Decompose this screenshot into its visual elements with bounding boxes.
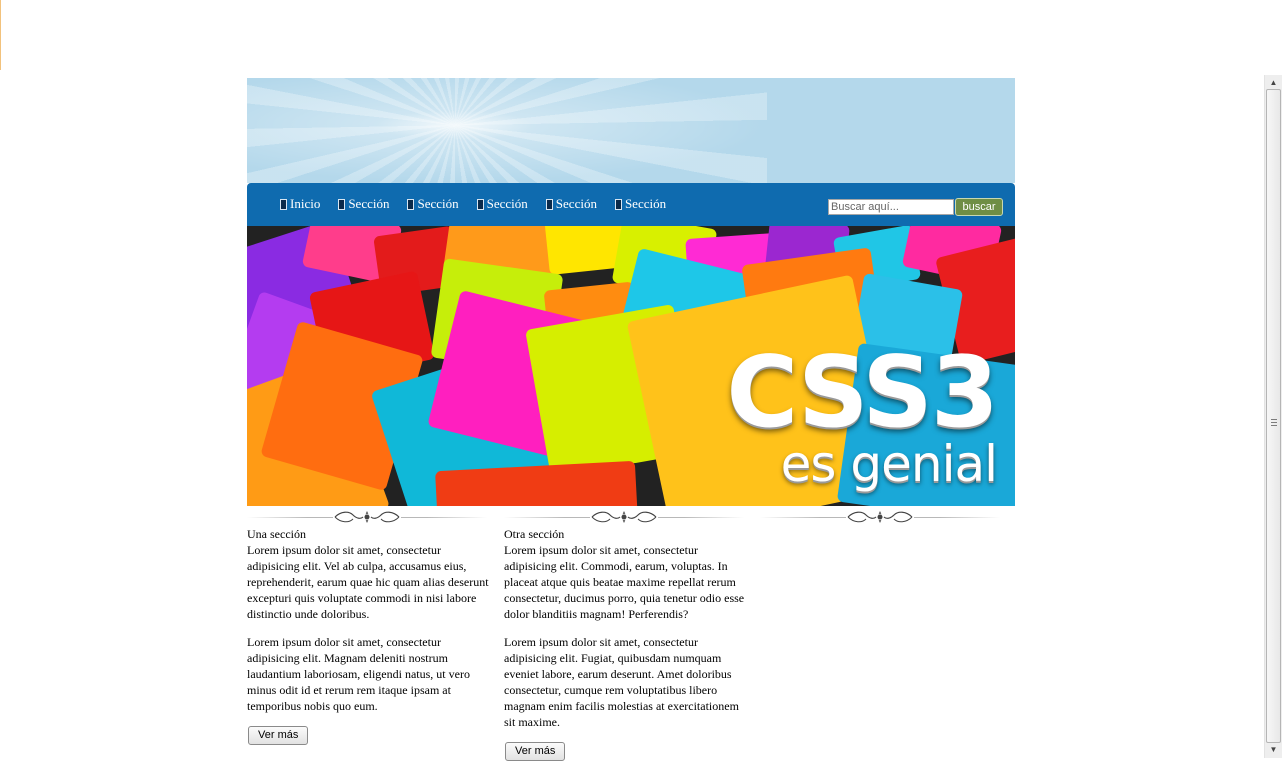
square-bullet-icon bbox=[476, 198, 484, 210]
square-bullet-icon bbox=[280, 198, 287, 210]
search-button[interactable]: buscar bbox=[955, 198, 1003, 216]
nav-link-seccion[interactable]: Sección bbox=[487, 196, 528, 212]
flourish-icon bbox=[590, 510, 658, 524]
section-column: Otra sección Lorem ipsum dolor sit amet,… bbox=[504, 526, 751, 761]
site-header-banner bbox=[247, 78, 1015, 183]
page-container: Inicio Sección Sección Sección Sección S… bbox=[247, 78, 1015, 761]
section-paragraph: Lorem ipsum dolor sit amet, consectetur … bbox=[247, 635, 470, 713]
sunburst-graphic bbox=[247, 78, 767, 183]
nav-link-inicio[interactable]: Inicio bbox=[290, 196, 320, 212]
scroll-up-arrow-icon[interactable]: ▲ bbox=[1265, 76, 1282, 90]
vertical-scrollbar[interactable]: ▲ ▼ bbox=[1264, 75, 1282, 758]
square-bullet-icon bbox=[407, 198, 415, 210]
square-bullet-icon bbox=[545, 198, 553, 210]
search-input[interactable] bbox=[828, 199, 954, 215]
flourish-icon bbox=[333, 510, 401, 524]
hero-banner: CSS3 es genial bbox=[247, 226, 1015, 506]
hero-headline: CSS3 es genial bbox=[726, 336, 999, 489]
hero-title: CSS3 bbox=[726, 336, 999, 450]
nav-item-inicio[interactable]: Inicio bbox=[280, 196, 320, 212]
ornament-divider bbox=[247, 510, 487, 524]
scroll-down-arrow-icon[interactable]: ▼ bbox=[1265, 743, 1282, 757]
nav-item-seccion[interactable]: Sección bbox=[338, 196, 389, 212]
scrollbar-thumb[interactable] bbox=[1266, 89, 1281, 743]
section-paragraph: Lorem ipsum dolor sit amet, consectetur … bbox=[247, 543, 489, 621]
nav-item-seccion[interactable]: Sección bbox=[476, 196, 528, 212]
section-title: Otra sección bbox=[504, 527, 565, 541]
square-bullet-icon bbox=[614, 198, 622, 210]
flourish-icon bbox=[846, 510, 914, 524]
nav-link-seccion[interactable]: Sección bbox=[556, 196, 597, 212]
section-paragraph: Lorem ipsum dolor sit amet, consectetur … bbox=[504, 635, 739, 729]
ornament-row bbox=[247, 506, 1015, 526]
nav-menu: Inicio Sección Sección Sección Sección S… bbox=[280, 196, 684, 212]
nav-link-seccion[interactable]: Sección bbox=[625, 196, 666, 212]
nav-item-seccion[interactable]: Sección bbox=[545, 196, 597, 212]
ver-mas-button[interactable]: Ver más bbox=[248, 726, 309, 745]
window-edge-marker bbox=[0, 0, 1, 70]
main-navigation: Inicio Sección Sección Sección Sección S… bbox=[247, 183, 1015, 226]
grip-icon bbox=[1271, 419, 1277, 426]
ornament-divider bbox=[760, 510, 1000, 524]
section-paragraph: Lorem ipsum dolor sit amet, consectetur … bbox=[504, 543, 745, 621]
nav-link-seccion[interactable]: Sección bbox=[348, 196, 389, 212]
ver-mas-button[interactable]: Ver más bbox=[505, 742, 566, 761]
nav-link-seccion[interactable]: Sección bbox=[417, 196, 458, 212]
section-column: Una sección Lorem ipsum dolor sit amet, … bbox=[247, 526, 494, 745]
nav-item-seccion[interactable]: Sección bbox=[407, 196, 459, 212]
nav-item-seccion[interactable]: Sección bbox=[614, 196, 666, 212]
ornament-divider bbox=[504, 510, 744, 524]
square-bullet-icon bbox=[338, 198, 346, 210]
section-title: Una sección bbox=[247, 527, 306, 541]
